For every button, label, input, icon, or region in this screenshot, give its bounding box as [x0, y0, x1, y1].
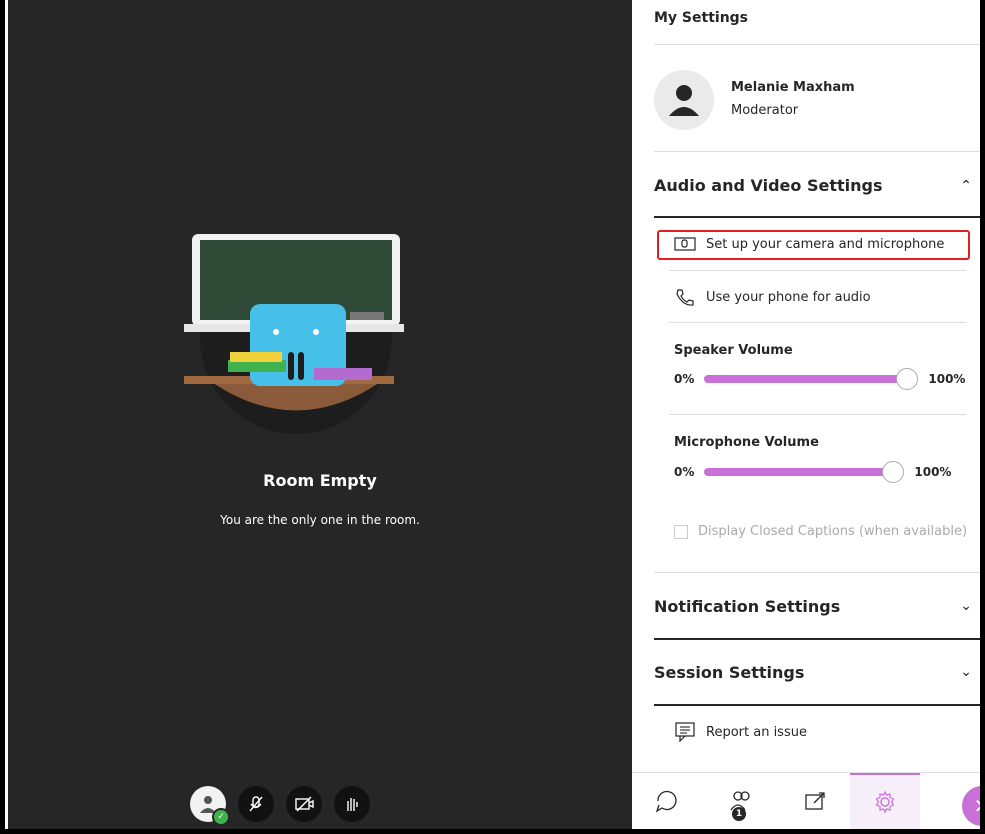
user-silhouette-icon: [669, 85, 699, 116]
raise-hand-button[interactable]: [334, 786, 370, 822]
section-divider: [654, 638, 980, 640]
speaker-volume-label: Speaker Volume: [674, 343, 793, 358]
panel-tab-bar: 1: [632, 772, 980, 829]
chat-icon: [655, 790, 677, 813]
attendees-count-badge: 1: [732, 807, 746, 821]
attendees-tab[interactable]: 1: [702, 773, 780, 829]
chevron-down-icon[interactable]: ⌄: [960, 598, 972, 614]
room-empty-title: Room Empty: [263, 471, 377, 490]
notification-settings-header[interactable]: Notification Settings: [654, 597, 840, 616]
main-stage: Room Empty You are the only one in the r…: [8, 0, 632, 829]
gear-icon: [875, 790, 895, 814]
hand-icon: [347, 798, 358, 811]
microphone-volume-slider[interactable]: 0% 100%: [674, 461, 952, 483]
camera-mic-setup-link[interactable]: Set up your camera and microphone: [674, 236, 944, 252]
speaker-min-label: 0%: [674, 372, 695, 386]
camera-toggle-button[interactable]: [286, 786, 322, 822]
chevron-up-icon[interactable]: ⌃: [960, 178, 972, 194]
user-role: Moderator: [731, 103, 799, 118]
mic-max-label: 100%: [914, 465, 952, 479]
my-settings-tab[interactable]: [850, 773, 920, 829]
panel-title: My Settings: [654, 10, 749, 26]
report-issue-icon: [675, 722, 695, 742]
close-icon: ✕: [974, 794, 980, 818]
microphone-volume-track[interactable]: [704, 461, 905, 483]
user-name: Melanie Maxham: [731, 80, 855, 95]
profile-avatar[interactable]: [654, 70, 714, 130]
share-icon: [805, 792, 825, 810]
camera-off-icon: [295, 796, 314, 812]
chevron-down-icon[interactable]: ⌄: [960, 664, 972, 680]
phone-icon: [676, 289, 694, 306]
divider: [654, 151, 980, 152]
settings-panel: My Settings Melanie Maxham Moderator Aud…: [632, 0, 980, 829]
microphone-volume-knob[interactable]: [882, 461, 905, 483]
my-status-button[interactable]: ✓: [190, 786, 230, 826]
speaker-volume-slider[interactable]: 0% 100%: [674, 368, 966, 390]
speaker-volume-knob[interactable]: [896, 368, 919, 390]
divider: [669, 322, 966, 323]
microphone-toggle-button[interactable]: [238, 786, 274, 822]
speaker-max-label: 100%: [928, 372, 966, 386]
divider: [654, 44, 980, 45]
closed-captions-option[interactable]: Display Closed Captions (when available): [674, 524, 967, 539]
room-empty-subtitle: You are the only one in the room.: [220, 513, 420, 527]
session-settings-header[interactable]: Session Settings: [654, 663, 804, 682]
divider: [669, 270, 966, 271]
microphone-volume-label: Microphone Volume: [674, 435, 819, 450]
closed-captions-checkbox[interactable]: [674, 524, 688, 539]
camera-mic-label: Set up your camera and microphone: [706, 236, 945, 252]
app-frame: Room Empty You are the only one in the r…: [5, 0, 980, 829]
status-check-icon: ✓: [212, 808, 230, 826]
divider: [654, 572, 980, 573]
audio-video-settings-header[interactable]: Audio and Video Settings: [654, 176, 882, 195]
chat-tab[interactable]: [632, 773, 702, 829]
mic-min-label: 0%: [674, 465, 695, 479]
divider: [669, 414, 966, 415]
empty-room-illustration: [184, 234, 404, 434]
phone-audio-link[interactable]: Use your phone for audio: [674, 287, 871, 307]
camera-mic-icon: [674, 237, 696, 251]
section-divider: [654, 216, 980, 218]
phone-audio-label: Use your phone for audio: [706, 289, 871, 305]
media-controls: ✓: [190, 786, 370, 826]
share-content-tab[interactable]: [780, 773, 850, 829]
report-issue-link[interactable]: Report an issue: [674, 722, 807, 742]
speaker-volume-track[interactable]: [704, 368, 919, 390]
section-divider: [654, 704, 980, 706]
report-issue-label: Report an issue: [706, 724, 807, 740]
mic-off-icon: [249, 796, 263, 812]
closed-captions-label: Display Closed Captions (when available): [698, 524, 968, 539]
